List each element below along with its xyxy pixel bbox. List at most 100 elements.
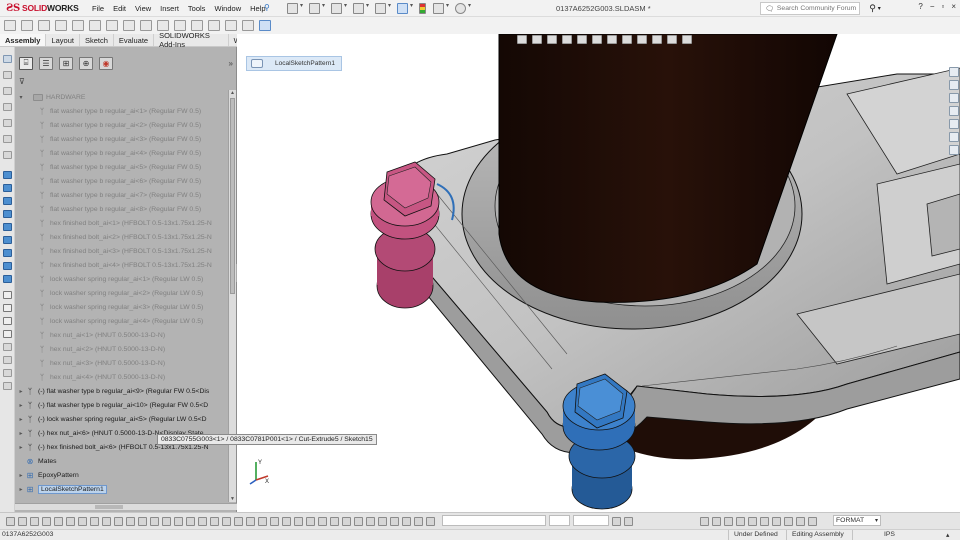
design-library-icon[interactable] <box>949 80 959 90</box>
tree-item[interactable]: ▸ ⊞ LocalSketchPattern1 <box>15 482 229 496</box>
sketch-picture-icon[interactable] <box>366 516 375 526</box>
undo-icon[interactable] <box>375 2 391 14</box>
tree-folder[interactable]: ▾ HARDWARE <box>15 90 229 104</box>
breadcrumb[interactable]: LocalSketchPattern1 <box>246 56 342 71</box>
tree-item[interactable]: ᛉ flat washer type b regular_ai<2> (Regul… <box>15 118 229 132</box>
smart-fasteners-icon[interactable] <box>72 20 84 31</box>
tree-item[interactable]: ᛉ flat washer type b regular_ai<6> (Regul… <box>15 174 229 188</box>
rail-tool-icon[interactable] <box>3 330 12 338</box>
tree-item[interactable]: ᛉ hex finished bolt_ai<1> (HFBOLT 0.5-13x… <box>15 216 229 230</box>
scrollbar-thumb[interactable] <box>95 505 123 509</box>
apply-scene-icon[interactable] <box>652 35 662 44</box>
search-input[interactable] <box>776 5 866 12</box>
extend-tool-icon[interactable] <box>150 516 159 526</box>
menu-view[interactable]: View <box>135 4 151 13</box>
expand-toggle-icon[interactable]: ▸ <box>17 486 25 493</box>
offset-tool-icon[interactable] <box>126 516 135 526</box>
menu-edit[interactable]: Edit <box>113 4 126 13</box>
trim-tool-icon[interactable] <box>138 516 147 526</box>
take-snapshot-icon[interactable] <box>242 20 254 31</box>
tab-solidworks-add-ins[interactable]: SOLIDWORKS Add-Ins <box>154 31 229 49</box>
tree-horizontal-scrollbar[interactable] <box>15 503 237 510</box>
rail-tool-icon[interactable] <box>3 236 12 244</box>
font-size-combo[interactable] <box>549 515 570 526</box>
rail-tool-icon[interactable] <box>3 55 12 63</box>
display-pane-icon[interactable] <box>682 35 692 44</box>
file-properties-icon[interactable] <box>433 2 449 14</box>
repair-sketch-icon[interactable] <box>390 516 399 526</box>
filter-icon[interactable]: ⊽ <box>19 77 25 86</box>
move-component-icon[interactable] <box>89 20 101 31</box>
rectangle-tool-icon[interactable] <box>18 516 27 526</box>
rail-tool-icon[interactable] <box>3 87 12 95</box>
scale-entities-icon[interactable] <box>270 516 279 526</box>
assembly-features-icon[interactable] <box>123 20 135 31</box>
tree-item[interactable]: ᛉ flat washer type b regular_ai<4> (Regul… <box>15 146 229 160</box>
expand-toggle-icon[interactable]: ▸ <box>17 416 25 423</box>
numbering-icon[interactable] <box>760 516 769 526</box>
slot-tool-icon[interactable] <box>66 516 75 526</box>
intersection-curve-icon[interactable] <box>234 516 243 526</box>
rail-tool-icon[interactable] <box>3 304 12 312</box>
rapid-sketch-icon[interactable] <box>414 516 423 526</box>
tree-item[interactable]: ᛉ hex finished bolt_ai<2> (HFBOLT 0.5-13x… <box>15 230 229 244</box>
strikethrough-icon[interactable] <box>624 516 633 526</box>
polygon-tool-icon[interactable] <box>78 516 87 526</box>
restore-icon[interactable]: ▫ <box>941 2 944 11</box>
property-manager-icon[interactable]: ☰ <box>39 56 53 70</box>
tab-layout[interactable]: Layout <box>46 34 80 46</box>
text-tool-icon[interactable] <box>330 516 339 526</box>
fillet-tool-icon[interactable] <box>102 516 111 526</box>
tree-item[interactable]: ▸ ᛉ (-) lock washer spring regular_ai<5> (… <box>15 412 229 426</box>
mate-icon[interactable] <box>21 20 33 31</box>
forum-icon[interactable] <box>949 145 959 155</box>
view-orientation-icon[interactable] <box>592 35 602 44</box>
status-units[interactable]: IPS <box>884 531 895 538</box>
convert-entities-icon[interactable] <box>222 516 231 526</box>
justify-icon[interactable] <box>736 516 745 526</box>
rail-tool-icon[interactable] <box>3 119 12 127</box>
tree-item[interactable]: ᛉ flat washer type b regular_ai<5> (Regul… <box>15 160 229 174</box>
tree-item[interactable]: ᛉ lock washer spring regular_ai<3> (Regul… <box>15 300 229 314</box>
options-gear-icon[interactable] <box>455 2 471 14</box>
new-motion-study-icon[interactable] <box>157 20 169 31</box>
menu-insert[interactable]: Insert <box>160 4 179 13</box>
rail-tool-icon[interactable] <box>3 223 12 231</box>
underline-icon[interactable] <box>612 516 621 526</box>
tree-item[interactable]: ᛉ flat washer type b regular_ai<3> (Regul… <box>15 132 229 146</box>
search-button[interactable]: ⚲ ▾ <box>864 2 886 15</box>
tree-item[interactable]: ᛉ flat washer type b regular_ai<8> (Regul… <box>15 202 229 216</box>
chamfer-tool-icon[interactable] <box>114 516 123 526</box>
exploded-view-icon[interactable] <box>191 20 203 31</box>
appearances-icon[interactable] <box>949 119 959 129</box>
construction-geometry-icon[interactable] <box>210 516 219 526</box>
menu-window[interactable]: Window <box>214 4 241 13</box>
new-document-icon[interactable] <box>287 2 303 14</box>
tree-item[interactable]: ᛉ hex nut_ai<2> (HNUT 0.5000-13-D-N) <box>15 342 229 356</box>
font-height-combo[interactable] <box>573 515 609 526</box>
rail-tool-icon[interactable] <box>3 275 12 283</box>
rail-tool-icon[interactable] <box>3 171 12 179</box>
tree-item[interactable]: ᛉ hex nut_ai<1> (HNUT 0.5000-13-D-N) <box>15 328 229 342</box>
bolt-stack-blue[interactable] <box>562 373 636 510</box>
indent-icon[interactable] <box>772 516 781 526</box>
arc-tool-icon[interactable] <box>42 516 51 526</box>
rail-tool-icon[interactable] <box>3 151 12 159</box>
tree-item[interactable]: ᛉ lock washer spring regular_ai<2> (Regul… <box>15 286 229 300</box>
pattern-tool-icon[interactable] <box>174 516 183 526</box>
save-icon[interactable] <box>331 2 347 14</box>
dynamic-annotation-icon[interactable] <box>577 35 587 44</box>
tab-assembly[interactable]: Assembly <box>0 34 47 46</box>
help-question-icon[interactable]: ? <box>918 2 922 11</box>
shaded-sketch-icon[interactable] <box>426 516 435 526</box>
collapse-chevron-icon[interactable]: » <box>229 59 233 68</box>
rail-tool-icon[interactable] <box>3 291 12 299</box>
centerline-tool-icon[interactable] <box>318 516 327 526</box>
insert-components-icon[interactable] <box>4 20 16 31</box>
display-manager-icon[interactable]: ◉ <box>99 56 113 70</box>
solidworks-logo[interactable]: ƧS SOLID WORKS <box>0 3 84 14</box>
tree-item[interactable]: ᛉ flat washer type b regular_ai<7> (Regul… <box>15 188 229 202</box>
align-left-icon[interactable] <box>700 516 709 526</box>
print-icon[interactable] <box>353 2 369 14</box>
rail-tool-icon[interactable] <box>3 210 12 218</box>
